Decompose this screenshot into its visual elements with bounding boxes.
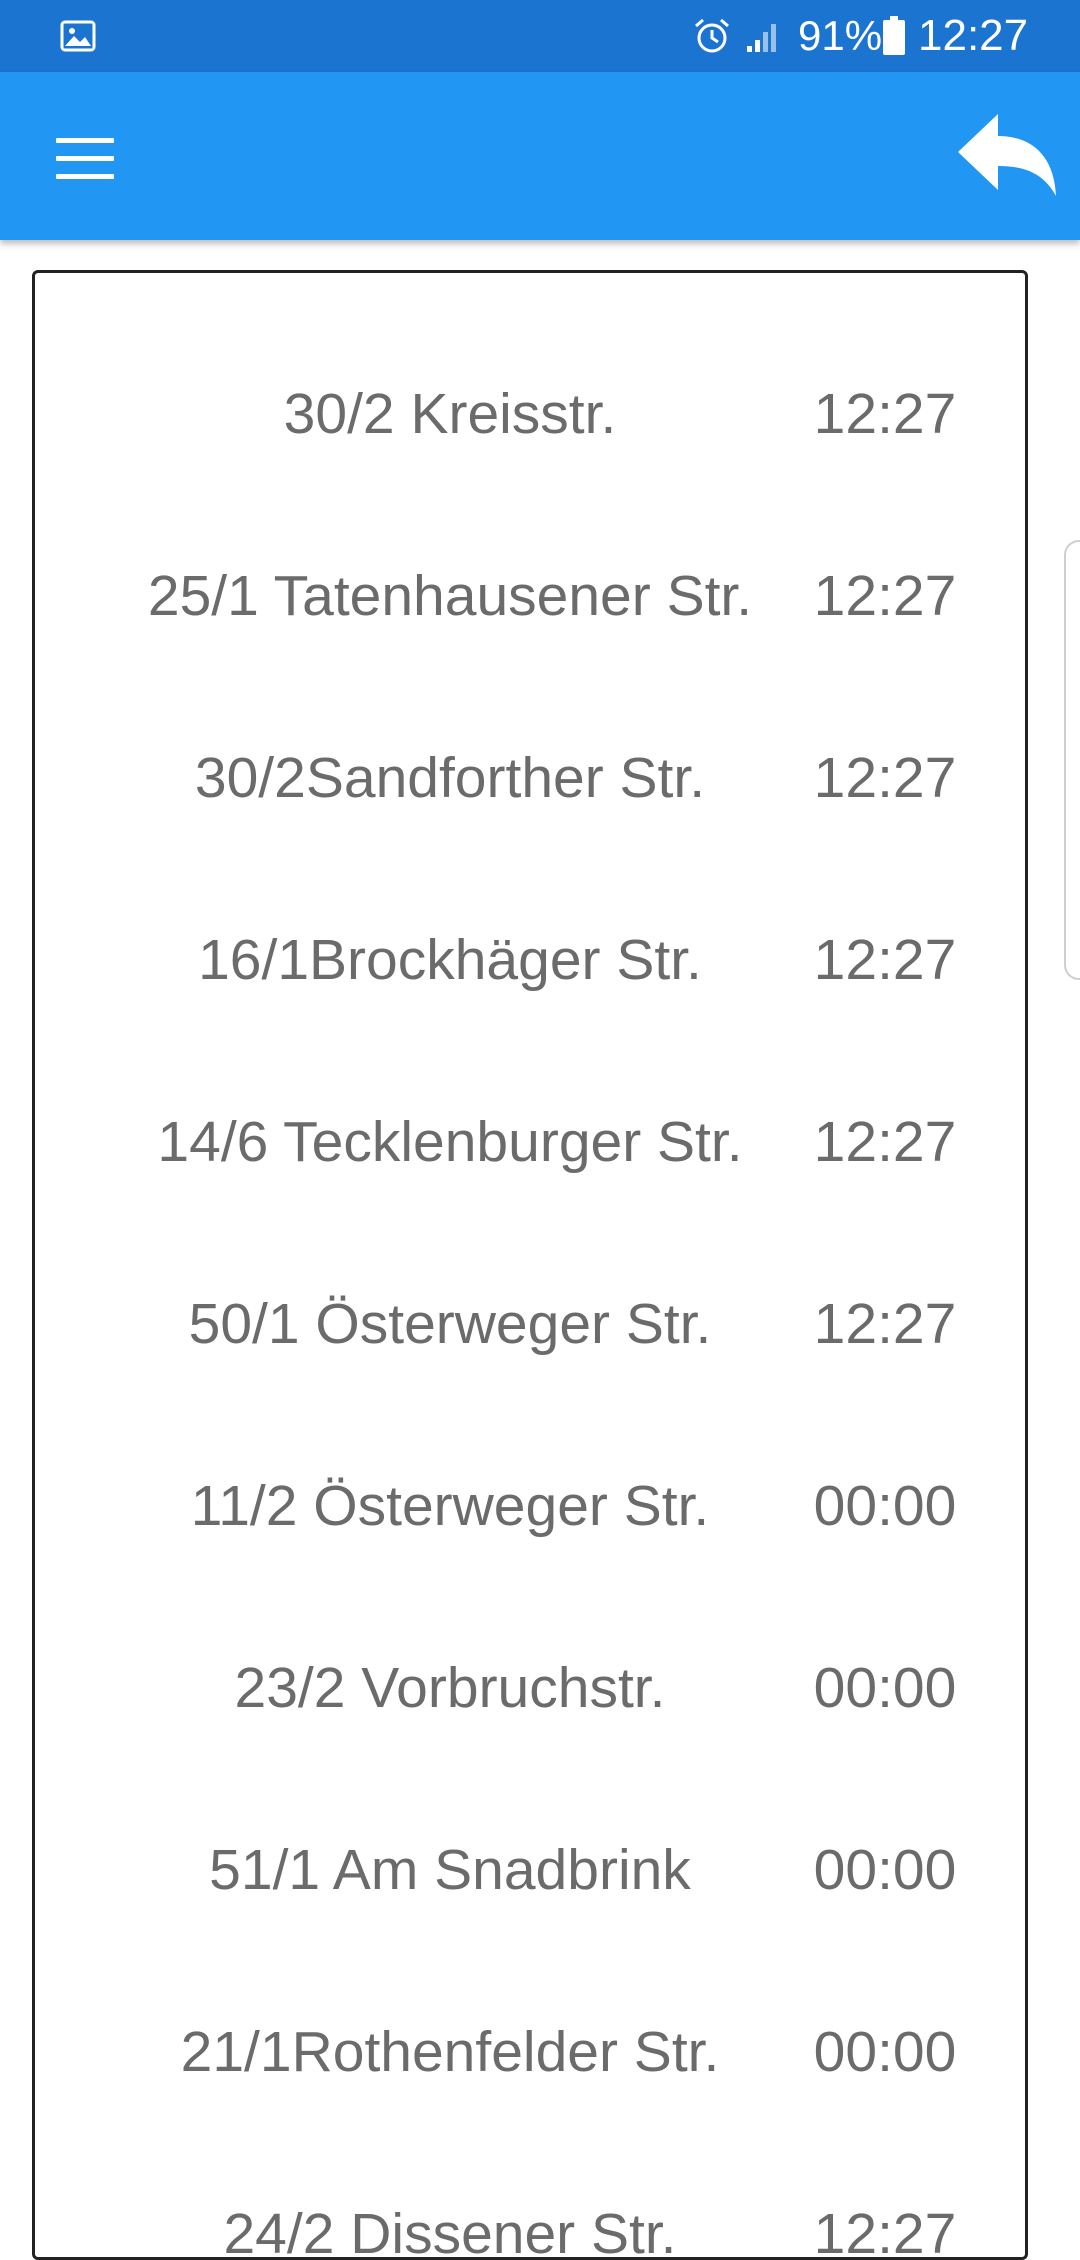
stop-list: 30/2 Kreisstr. 12:27 25/1 Tatenhausener … bbox=[35, 323, 1025, 2260]
list-item[interactable]: 21/1Rothenfelder Str. 00:00 bbox=[35, 1961, 1025, 2143]
status-bar: 91% 12:27 bbox=[0, 0, 1080, 72]
stop-time: 00:00 bbox=[813, 1656, 957, 1720]
back-button[interactable] bbox=[950, 108, 1060, 208]
stop-time: 00:00 bbox=[813, 1838, 957, 1902]
list-item[interactable]: 50/1 Österweger Str. 12:27 bbox=[35, 1233, 1025, 1415]
stop-name: 14/6 Tecklenburger Str. bbox=[157, 1110, 743, 1174]
status-clock: 12:27 bbox=[918, 11, 1029, 60]
stop-name: 21/1Rothenfelder Str. bbox=[180, 2020, 720, 2084]
stop-name: 23/2 Vorbruchstr. bbox=[234, 1656, 666, 1720]
list-item[interactable]: 16/1Brockhäger Str. 12:27 bbox=[35, 869, 1025, 1051]
battery-icon bbox=[883, 16, 905, 55]
alarm-icon bbox=[695, 18, 729, 53]
reply-arrow-icon bbox=[958, 114, 1056, 196]
stop-time: 12:27 bbox=[813, 2202, 957, 2260]
stop-time: 12:27 bbox=[813, 382, 957, 446]
list-item[interactable]: 51/1 Am Snadbrink 00:00 bbox=[35, 1779, 1025, 1961]
list-item[interactable]: 14/6 Tecklenburger Str. 12:27 bbox=[35, 1051, 1025, 1233]
stop-name: 25/1 Tatenhausener Str. bbox=[147, 564, 753, 628]
stop-time: 00:00 bbox=[813, 1474, 957, 1538]
app-bar bbox=[0, 72, 1080, 240]
list-item[interactable]: 30/2Sandforther Str. 12:27 bbox=[35, 687, 1025, 869]
stop-name: 50/1 Österweger Str. bbox=[188, 1292, 712, 1356]
stop-name: 11/2 Österweger Str. bbox=[190, 1474, 710, 1538]
stop-time: 12:27 bbox=[813, 928, 957, 992]
list-item[interactable]: 11/2 Österweger Str. 00:00 bbox=[35, 1415, 1025, 1597]
stop-time: 12:27 bbox=[813, 1110, 957, 1174]
list-item[interactable]: 30/2 Kreisstr. 12:27 bbox=[35, 323, 1025, 505]
stop-name: 30/2 Kreisstr. bbox=[283, 382, 617, 446]
stop-name: 30/2Sandforther Str. bbox=[194, 746, 706, 810]
stop-list-card: 30/2 Kreisstr. 12:27 25/1 Tatenhausener … bbox=[32, 270, 1028, 2260]
stop-time: 12:27 bbox=[813, 564, 957, 628]
edge-panel-handle[interactable] bbox=[1064, 540, 1080, 980]
stop-time: 12:27 bbox=[813, 1292, 957, 1356]
signal-icon bbox=[747, 24, 776, 52]
menu-button[interactable] bbox=[40, 116, 130, 196]
list-item[interactable]: 25/1 Tatenhausener Str. 12:27 bbox=[35, 505, 1025, 687]
stop-name: 24/2 Dissener Str. bbox=[223, 2202, 677, 2260]
stop-time: 00:00 bbox=[813, 2020, 957, 2084]
stop-time: 12:27 bbox=[813, 746, 957, 810]
battery-percentage: 91% bbox=[798, 12, 883, 59]
list-item[interactable]: 23/2 Vorbruchstr. 00:00 bbox=[35, 1597, 1025, 1779]
stop-name: 16/1Brockhäger Str. bbox=[198, 928, 702, 992]
list-item[interactable]: 24/2 Dissener Str. 12:27 bbox=[35, 2143, 1025, 2260]
stop-name: 51/1 Am Snadbrink bbox=[209, 1838, 691, 1902]
gallery-icon bbox=[60, 20, 96, 52]
